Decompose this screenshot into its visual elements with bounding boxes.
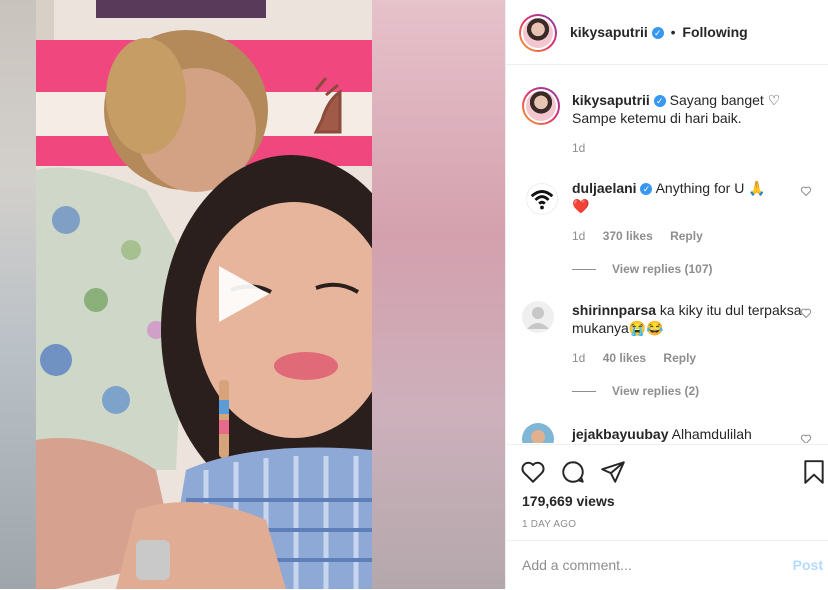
view-replies-button[interactable]: View replies (107): [572, 262, 713, 276]
comment-username[interactable]: jejakbayuubay: [572, 426, 669, 442]
comment-text: duljaelani ✓ Anything for U 🙏 ❤️: [572, 179, 808, 215]
video-frame: [36, 0, 372, 589]
timestamp[interactable]: 1d: [572, 141, 585, 155]
verified-badge-icon: ✓: [653, 95, 666, 107]
view-replies-label: View replies (107): [612, 262, 713, 276]
comment-icon[interactable]: [560, 459, 586, 485]
separator: •: [670, 24, 676, 40]
header-meta: kikysaputrii ✓ • Following: [570, 24, 748, 40]
comment-content-2: ❤️: [572, 198, 590, 214]
views-count[interactable]: 179,669 views: [522, 493, 615, 509]
following-button[interactable]: Following: [682, 24, 747, 40]
reply-button[interactable]: Reply: [663, 351, 696, 365]
caption-time: 1d: [572, 141, 599, 155]
list-item: jejakbayuubay Alhamdulilah: [522, 423, 812, 443]
wifi-logo-icon: [530, 190, 554, 210]
comment-meta: 1d 370 likes Reply: [572, 229, 717, 243]
blurred-background-left: [0, 0, 36, 589]
caption-text: kikysaputrii ✓ Sayang banget ♡ Sampe ket…: [572, 91, 808, 127]
divider: [572, 269, 596, 271]
timestamp[interactable]: 1d: [572, 229, 585, 243]
bookmark-icon[interactable]: [801, 459, 827, 485]
reply-button[interactable]: Reply: [670, 229, 703, 243]
likes-count[interactable]: 40 likes: [603, 351, 646, 365]
post-side-panel: kikysaputrii ✓ • Following kikysaputrii …: [505, 0, 828, 589]
post-time[interactable]: 1 DAY AGO: [522, 519, 576, 530]
comment-username[interactable]: shirinnparsa: [572, 302, 656, 318]
caption-username[interactable]: kikysaputrii: [572, 92, 650, 108]
comment-input[interactable]: [522, 557, 762, 573]
comment-text: shirinnparsa ka kiky itu dul terpaksa mu…: [572, 301, 808, 337]
like-comment-heart-icon[interactable]: [800, 185, 812, 197]
avatar[interactable]: [522, 423, 554, 443]
comment-text: jejakbayuubay Alhamdulilah: [572, 425, 808, 443]
heart-icon[interactable]: [520, 459, 546, 485]
avatar[interactable]: [522, 87, 560, 125]
comment-content: Alhamdulilah: [671, 426, 752, 442]
comment-content: Anything for U 🙏: [655, 180, 766, 196]
verified-badge-icon: ✓: [651, 27, 664, 39]
username[interactable]: kikysaputrii: [570, 24, 648, 40]
verified-badge-icon: ✓: [640, 183, 653, 195]
avatar[interactable]: [519, 14, 557, 52]
avatar[interactable]: [526, 183, 558, 215]
comment-meta: 1d 40 likes Reply: [572, 351, 710, 365]
comment-username[interactable]: duljaelani: [572, 180, 637, 196]
list-item: duljaelani ✓ Anything for U 🙏 ❤️ 1d 370 …: [522, 179, 812, 289]
blurred-background-right: [372, 0, 505, 589]
caption-line-2: Sampe ketemu di hari baik.: [572, 110, 742, 126]
divider: [572, 391, 596, 393]
comments-list[interactable]: kikysaputrii ✓ Sayang banget ♡ Sampe ket…: [506, 65, 828, 443]
timestamp[interactable]: 1d: [572, 351, 585, 365]
avatar-photo-icon: [531, 430, 545, 443]
default-avatar-icon: [527, 307, 549, 329]
post-header: kikysaputrii ✓ • Following: [506, 0, 828, 65]
action-bar: 179,669 views 1 DAY AGO: [506, 444, 828, 541]
list-item: shirinnparsa ka kiky itu dul terpaksa mu…: [522, 301, 812, 411]
video-player[interactable]: [36, 0, 372, 589]
share-icon[interactable]: [600, 459, 626, 485]
post-button[interactable]: Post: [793, 557, 823, 573]
play-icon[interactable]: [211, 262, 275, 326]
like-comment-heart-icon[interactable]: [800, 433, 812, 443]
media-panel: [0, 0, 505, 589]
likes-count[interactable]: 370 likes: [603, 229, 653, 243]
caption-line-1: Sayang banget ♡: [669, 92, 781, 108]
view-replies-label: View replies (2): [612, 384, 700, 398]
add-comment-bar: Post: [506, 540, 828, 590]
view-replies-button[interactable]: View replies (2): [572, 384, 699, 398]
avatar[interactable]: [522, 301, 554, 333]
like-comment-heart-icon[interactable]: [800, 307, 812, 319]
